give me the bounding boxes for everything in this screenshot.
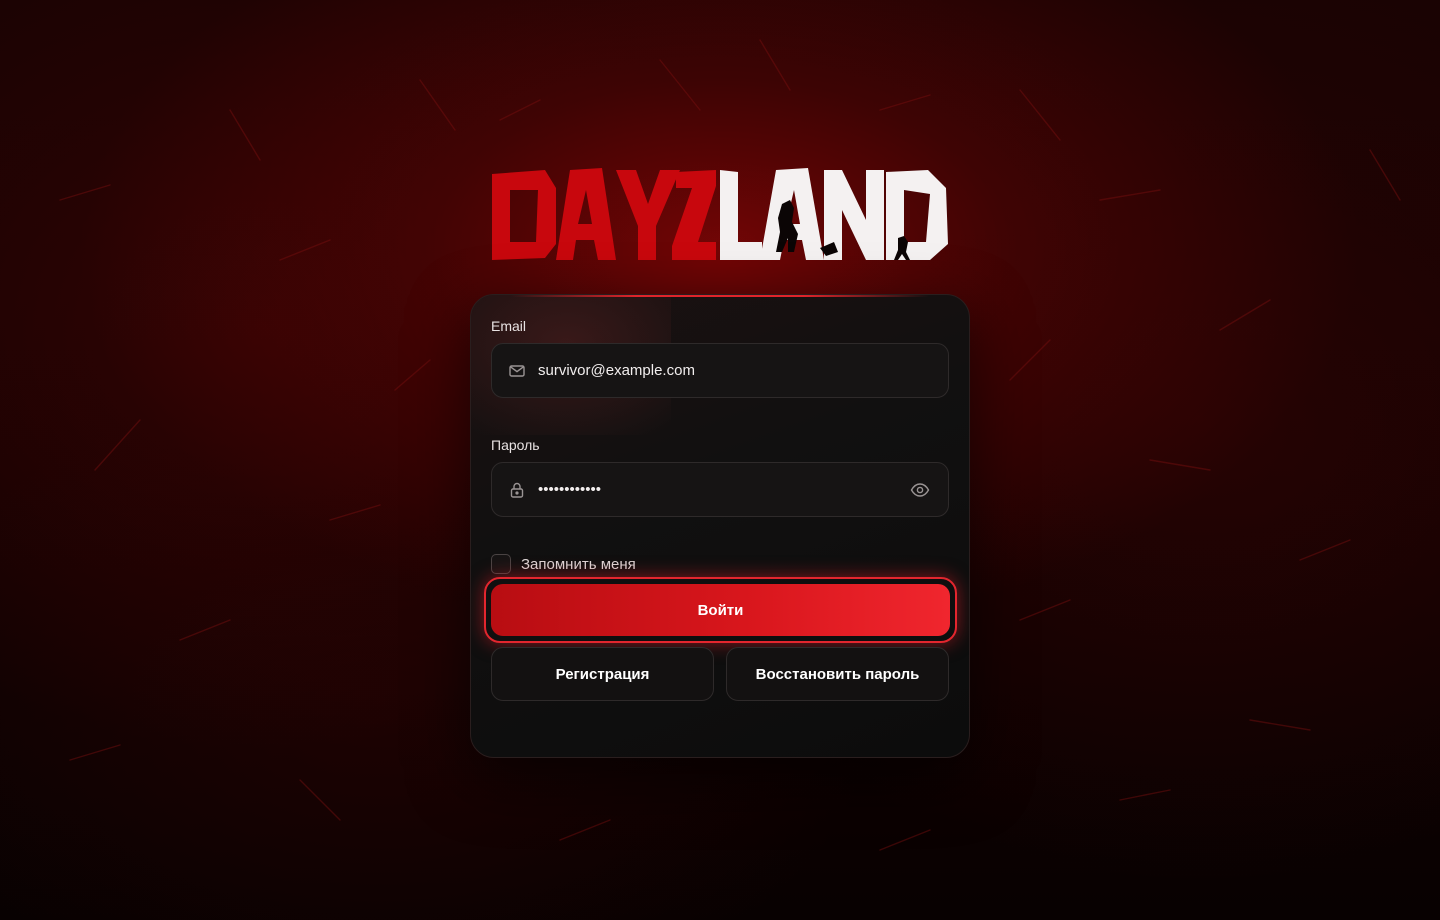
logo-dayz: [492, 168, 716, 260]
lock-icon: [510, 482, 524, 498]
email-label: Email: [491, 318, 527, 334]
remember-label: Запомнить меня: [521, 555, 636, 573]
login-button[interactable]: Войти: [491, 584, 950, 636]
login-card: Email Пароль Запомнить меня Войти Регист…: [470, 294, 970, 758]
register-button[interactable]: Регистрация: [491, 647, 714, 701]
password-label: Пароль: [491, 437, 540, 453]
remember-me[interactable]: Запомнить меня: [491, 553, 636, 575]
remember-checkbox[interactable]: [491, 554, 511, 574]
eye-icon[interactable]: [910, 481, 930, 499]
dayzland-logo: [492, 168, 948, 260]
password-field[interactable]: [491, 462, 949, 517]
mail-icon: [509, 365, 525, 377]
login-button-focus-ring: Войти: [484, 577, 957, 643]
email-field[interactable]: [491, 343, 949, 398]
recover-password-button[interactable]: Восстановить пароль: [726, 647, 949, 701]
email-input[interactable]: [538, 344, 898, 397]
card-accent-line: [511, 295, 929, 297]
password-input[interactable]: [538, 463, 898, 516]
